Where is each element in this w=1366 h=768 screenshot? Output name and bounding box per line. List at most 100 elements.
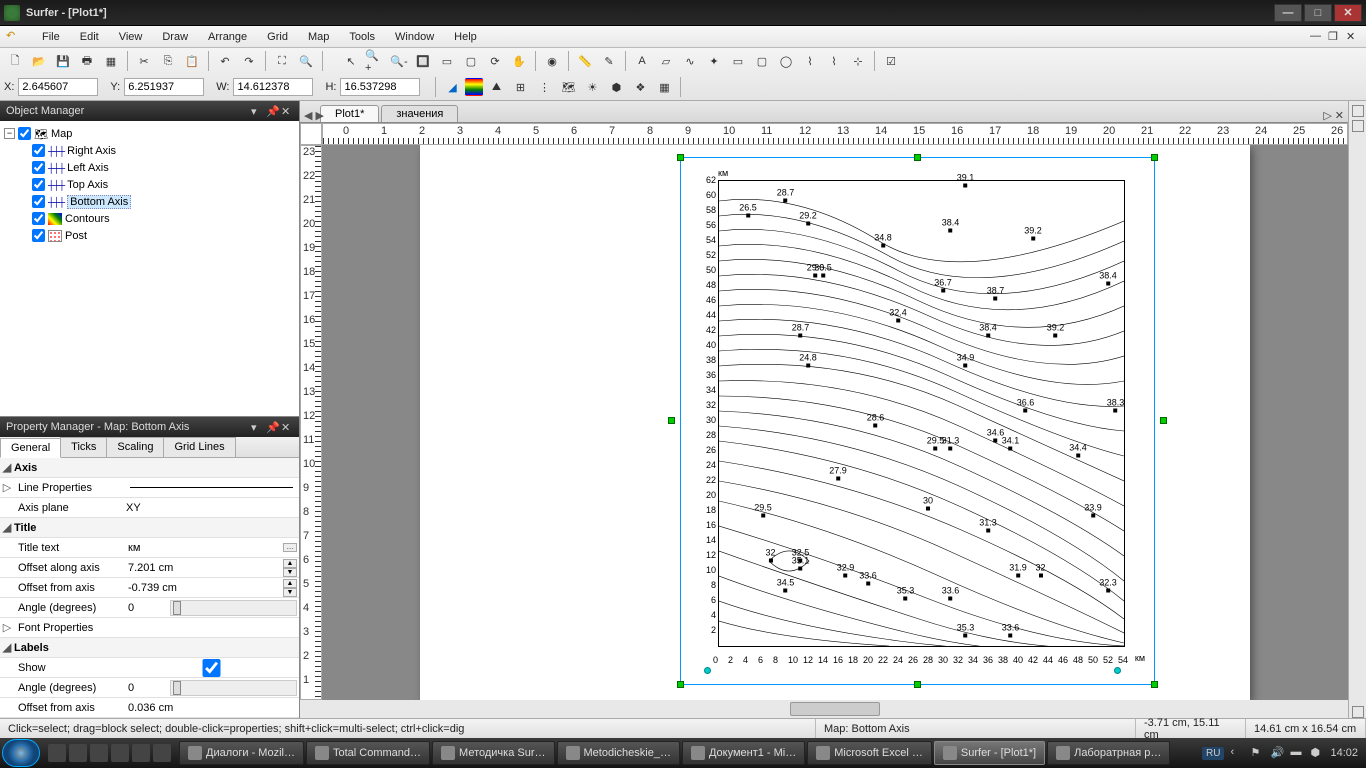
tree-item[interactable]: Contours: [65, 213, 110, 225]
step-down-icon[interactable]: ▼: [283, 588, 297, 597]
contour-map-icon[interactable]: ◢: [441, 76, 463, 98]
spline-area-icon[interactable]: ⌇: [823, 50, 845, 72]
strip-btn-3[interactable]: [1352, 706, 1364, 718]
prop-axis-plane-value[interactable]: XY: [124, 502, 299, 514]
mdi-restore-icon[interactable]: ❐: [1328, 30, 1342, 44]
zoom-in-icon[interactable]: 🔍+: [364, 50, 386, 72]
pane-dropdown-icon[interactable]: ▾: [251, 105, 263, 117]
group-labels[interactable]: Labels: [14, 642, 49, 654]
undo-icon[interactable]: ↶: [214, 50, 236, 72]
strip-btn-1[interactable]: [1352, 105, 1364, 117]
paste-icon[interactable]: 📋: [181, 50, 203, 72]
maximize-button[interactable]: □: [1304, 4, 1332, 22]
tree-item[interactable]: Left Axis: [67, 162, 109, 174]
base-map-icon[interactable]: 🗺: [557, 76, 579, 98]
pm-dropdown-icon[interactable]: ▾: [251, 421, 263, 433]
title-text-input[interactable]: [126, 539, 283, 557]
undo-icon[interactable]: ↶: [6, 29, 22, 45]
tree-checkbox[interactable]: [32, 195, 45, 208]
menu-edit[interactable]: Edit: [70, 29, 109, 45]
menu-grid[interactable]: Grid: [257, 29, 298, 45]
symbol-icon[interactable]: ✦: [703, 50, 725, 72]
pane-close-icon[interactable]: ✕: [281, 105, 293, 117]
zoom-rect-icon[interactable]: 🔍: [295, 50, 317, 72]
menu-view[interactable]: View: [109, 29, 153, 45]
trackball-icon[interactable]: ◉: [541, 50, 563, 72]
mdi-close-icon[interactable]: ✕: [1346, 30, 1360, 44]
image-map-icon[interactable]: [465, 78, 483, 96]
select-tool-icon[interactable]: ↖: [340, 50, 362, 72]
ql-3[interactable]: [90, 744, 108, 762]
prop-font-properties[interactable]: Font Properties: [14, 622, 124, 634]
map-checkbox[interactable]: [18, 127, 31, 140]
tab-gridlines[interactable]: Grid Lines: [163, 437, 235, 457]
tree-item[interactable]: Post: [65, 230, 87, 242]
overlay-icon[interactable]: ▦: [653, 76, 675, 98]
w-input[interactable]: [233, 78, 313, 96]
tab-values[interactable]: значения: [381, 105, 458, 122]
point-icon[interactable]: ⊹: [847, 50, 869, 72]
plot-canvas[interactable]: км км: [322, 145, 1348, 700]
cut-icon[interactable]: ✂: [133, 50, 155, 72]
menu-arrange[interactable]: Arrange: [198, 29, 257, 45]
tab-plot1[interactable]: Plot1*: [320, 105, 379, 122]
taskbar-button[interactable]: Методичка Sur…: [432, 741, 554, 765]
menu-window[interactable]: Window: [385, 29, 444, 45]
text-tool-icon[interactable]: A: [631, 50, 653, 72]
tree-checkbox[interactable]: [32, 229, 45, 242]
taskbar-button[interactable]: Metodicheskie_…: [557, 741, 680, 765]
menu-draw[interactable]: Draw: [152, 29, 198, 45]
labels-angle-slider[interactable]: [170, 680, 297, 696]
rounded-rect-icon[interactable]: ▢: [751, 50, 773, 72]
y-input[interactable]: [124, 78, 204, 96]
tab-scaling[interactable]: Scaling: [106, 437, 164, 457]
taskbar-button[interactable]: Microsoft Excel …: [807, 741, 932, 765]
3d-wireframe-icon[interactable]: ⬢: [605, 76, 627, 98]
tree-checkbox[interactable]: [32, 212, 45, 225]
h-input[interactable]: [340, 78, 420, 96]
angle-slider[interactable]: [170, 600, 297, 616]
taskbar-button[interactable]: Лаборатрная р…: [1047, 741, 1170, 765]
zoom-out-icon[interactable]: 🔍-: [388, 50, 410, 72]
tree-root[interactable]: Map: [51, 128, 72, 140]
refresh-icon[interactable]: ⟳: [484, 50, 506, 72]
tree-item[interactable]: Top Axis: [67, 179, 108, 191]
object-tree[interactable]: − 🗺 Map ┼┼┼Right Axis┼┼┼Left Axis┼┼┼Top …: [0, 121, 299, 416]
pan-icon[interactable]: ✋: [508, 50, 530, 72]
language-indicator[interactable]: RU: [1202, 747, 1224, 760]
menu-help[interactable]: Help: [444, 29, 487, 45]
tray-icon-4[interactable]: ▬: [1290, 746, 1304, 760]
grid-data-icon[interactable]: ▦: [100, 50, 122, 72]
open-icon[interactable]: 📂: [28, 50, 50, 72]
tree-item[interactable]: Bottom Axis: [67, 195, 131, 209]
redo-icon[interactable]: ↷: [238, 50, 260, 72]
step-up-icon[interactable]: ▲: [283, 559, 297, 568]
tree-item[interactable]: Right Axis: [67, 145, 116, 157]
menu-file[interactable]: File: [32, 29, 70, 45]
line-preview[interactable]: [130, 487, 293, 488]
vector-map-icon[interactable]: ⊞: [509, 76, 531, 98]
post-map-icon[interactable]: ⋮: [533, 76, 555, 98]
angle-input[interactable]: [126, 599, 166, 617]
tree-checkbox[interactable]: [32, 161, 45, 174]
reshape-icon[interactable]: ✎: [598, 50, 620, 72]
labels-angle-input[interactable]: [126, 679, 166, 697]
taskbar-button[interactable]: Документ1 - Mi…: [682, 741, 805, 765]
labels-offset-input[interactable]: [126, 699, 297, 717]
ql-5[interactable]: [132, 744, 150, 762]
tab-general[interactable]: General: [0, 438, 61, 458]
menu-tools[interactable]: Tools: [339, 29, 385, 45]
spline-poly-icon[interactable]: ⌇: [799, 50, 821, 72]
start-button[interactable]: [2, 739, 40, 767]
ql-6[interactable]: [153, 744, 171, 762]
shaded-relief-icon[interactable]: ⛰: [485, 76, 507, 98]
tray-icon-1[interactable]: ‹: [1230, 746, 1244, 760]
copy-icon[interactable]: ⎘: [157, 50, 179, 72]
pane-pin-icon[interactable]: 📌: [266, 105, 278, 117]
save-icon[interactable]: 💾: [52, 50, 74, 72]
zoom-selection-icon[interactable]: 🔲: [412, 50, 434, 72]
taskbar-button[interactable]: Диалоги - Mozil…: [179, 741, 304, 765]
zoom-actual-icon[interactable]: ▢: [460, 50, 482, 72]
menu-map[interactable]: Map: [298, 29, 339, 45]
tree-checkbox[interactable]: [32, 178, 45, 191]
